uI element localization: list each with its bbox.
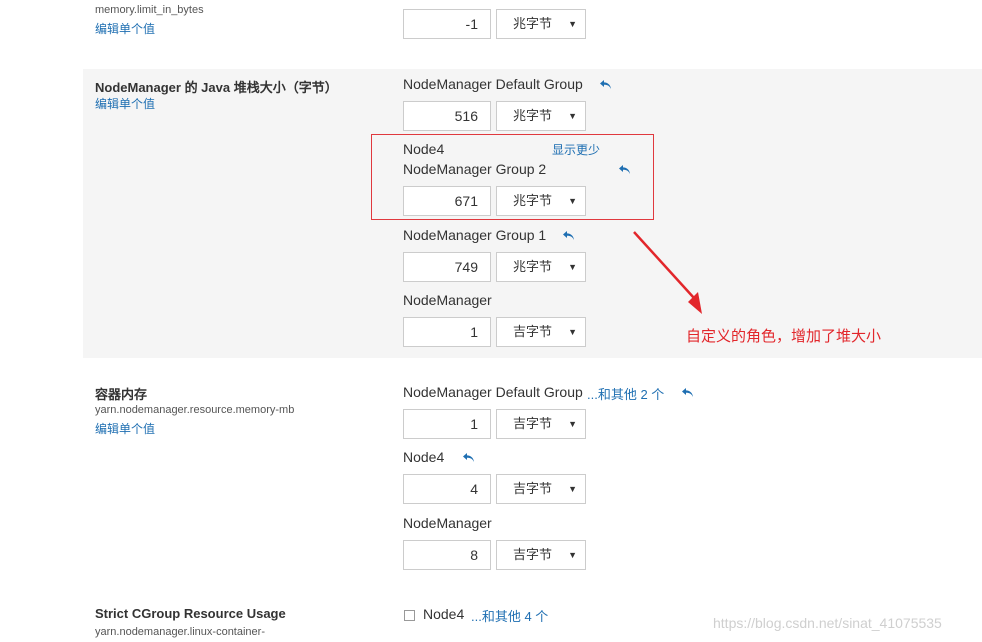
unit-select[interactable]: 吉字节 ▼ [496, 409, 586, 439]
group-label: NodeManager Default Group [403, 384, 583, 400]
value-input[interactable]: -1 [403, 9, 491, 39]
value-input[interactable]: 1 [403, 409, 491, 439]
group-label: NodeManager [403, 292, 492, 308]
property-key: memory.limit_in_bytes [95, 4, 204, 16]
checkbox-label: Node4 [423, 606, 465, 622]
caret-down-icon: ▼ [568, 550, 577, 560]
unit-select-value: 吉字节 [513, 547, 553, 562]
group-label: NodeManager Default Group [403, 76, 583, 92]
value-input[interactable]: 4 [403, 474, 491, 504]
property-title: 容器内存 [95, 387, 148, 402]
unit-select[interactable]: 兆字节 ▼ [496, 101, 586, 131]
annotation-text: 自定义的角色，增加了堆大小 [686, 328, 882, 345]
caret-down-icon: ▼ [568, 196, 577, 206]
unit-select[interactable]: 兆字节 ▼ [496, 9, 586, 39]
value-input[interactable]: 8 [403, 540, 491, 570]
edit-individual-values-link[interactable]: 编辑单个值 [95, 20, 155, 37]
property-title: NodeManager 的 Java 堆栈大小（字节） [95, 80, 338, 95]
node-checkbox[interactable] [404, 610, 415, 621]
show-less-link[interactable]: 显示更少 [552, 141, 600, 158]
undo-arrow-icon[interactable] [462, 452, 476, 464]
unit-select[interactable]: 兆字节 ▼ [496, 252, 586, 282]
property-key: yarn.nodemanager.linux-container- [95, 626, 265, 638]
caret-down-icon: ▼ [568, 19, 577, 29]
undo-arrow-icon[interactable] [618, 164, 632, 176]
value-input[interactable]: 516 [403, 101, 491, 131]
edit-individual-values-link[interactable]: 编辑单个值 [95, 95, 155, 112]
edit-individual-values-link[interactable]: 编辑单个值 [95, 420, 155, 437]
value-input[interactable]: 1 [403, 317, 491, 347]
group-label: Node4 [403, 449, 445, 465]
unit-select-value: 兆字节 [513, 193, 553, 208]
caret-down-icon: ▼ [568, 111, 577, 121]
group-label: NodeManager Group 2 [403, 161, 547, 177]
watermark: https://blog.csdn.net/sinat_41075535 [713, 615, 942, 631]
unit-select-value: 兆字节 [513, 16, 553, 31]
caret-down-icon: ▼ [568, 419, 577, 429]
unit-select[interactable]: 兆字节 ▼ [496, 186, 586, 216]
value-input[interactable]: 749 [403, 252, 491, 282]
unit-select[interactable]: 吉字节 ▼ [496, 317, 586, 347]
undo-arrow-icon[interactable] [562, 230, 576, 242]
unit-select-value: 兆字节 [513, 259, 553, 274]
group-label: NodeManager Group 1 [403, 227, 547, 243]
unit-select[interactable]: 吉字节 ▼ [496, 474, 586, 504]
property-title: Strict CGroup Resource Usage [95, 606, 286, 621]
undo-arrow-icon[interactable] [681, 387, 695, 399]
annotation-arrow [633, 231, 702, 314]
group-label: NodeManager [403, 515, 492, 531]
caret-down-icon: ▼ [568, 262, 577, 272]
and-others-link[interactable]: ...和其他 2 个 [587, 384, 664, 403]
and-others-link[interactable]: ...和其他 4 个 [471, 606, 548, 625]
value-input[interactable]: 671 [403, 186, 491, 216]
unit-select-value: 吉字节 [513, 416, 553, 431]
unit-select-value: 吉字节 [513, 481, 553, 496]
unit-select[interactable]: 吉字节 ▼ [496, 540, 586, 570]
node-label: Node4 [403, 141, 445, 157]
caret-down-icon: ▼ [568, 484, 577, 494]
unit-select-value: 吉字节 [513, 324, 553, 339]
undo-arrow-icon[interactable] [599, 79, 613, 91]
unit-select-value: 兆字节 [513, 108, 553, 123]
caret-down-icon: ▼ [568, 327, 577, 337]
property-key: yarn.nodemanager.resource.memory-mb [95, 404, 295, 416]
